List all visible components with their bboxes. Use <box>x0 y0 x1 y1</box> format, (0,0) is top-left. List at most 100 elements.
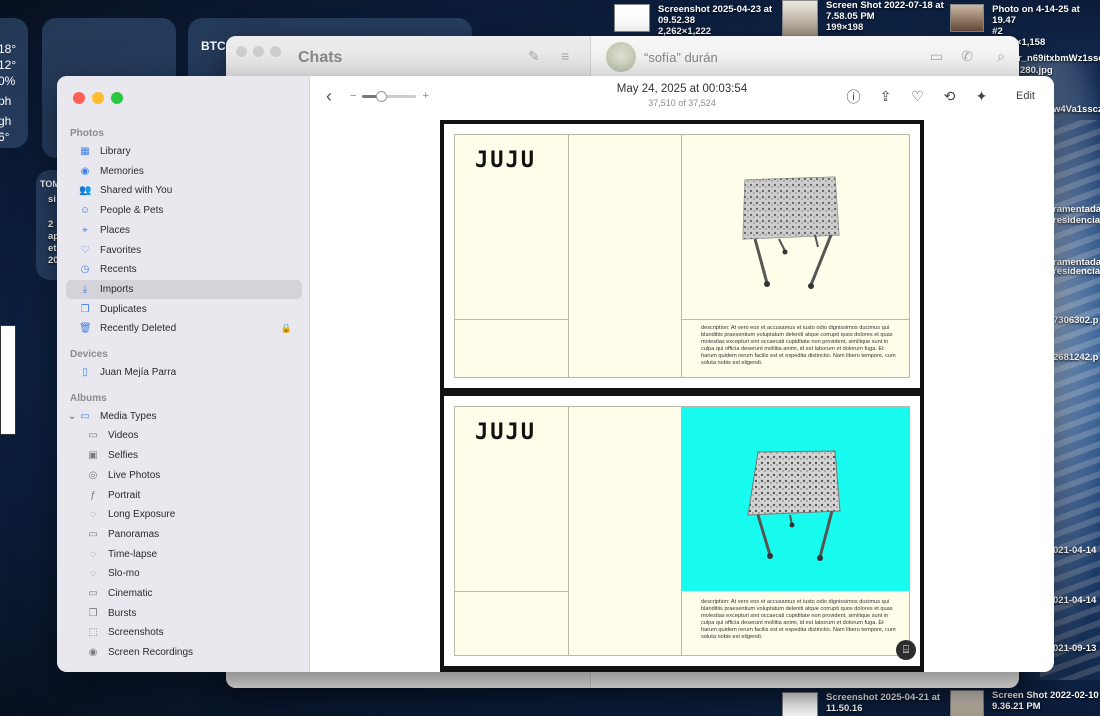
sidebar-item-live-photos[interactable]: ◎ Live Photos <box>66 466 302 485</box>
desktop-file[interactable]: Screen Shot 2022-02-10 9.36.21 PM <box>950 690 1099 716</box>
enhance-icon[interactable]: ✦ <box>973 88 990 105</box>
lock-icon: 🔒 <box>280 323 292 334</box>
weather-line: 0% <box>0 74 16 88</box>
slomo-icon: ◌ <box>90 568 96 580</box>
widget-line: et <box>48 243 57 254</box>
desktop-file-label[interactable]: 021-09-13 <box>1053 643 1096 654</box>
file-name: 9.36.21 PM <box>992 701 1041 712</box>
sidebar-item-portrait[interactable]: ƒ Portrait <box>66 486 302 505</box>
desktop-file[interactable]: Screenshot 2025-04-21 at 11.50.16 <box>782 692 940 716</box>
grid-column <box>569 407 682 655</box>
chat-header: “sofía” durán ▭ ✆ ⌕ <box>591 36 1019 78</box>
desktop-file-label[interactable]: 2681242.p <box>1053 352 1098 363</box>
sidebar-item-label: Duplicates <box>100 303 147 315</box>
sidebar-item-slo-mo[interactable]: ◌ Slo-mo <box>66 564 302 583</box>
sidebar-item-label: Library <box>100 146 131 157</box>
close-button[interactable] <box>73 92 85 104</box>
sidebar-item-selfies[interactable]: ▣ Selfies <box>66 446 302 465</box>
share-icon[interactable]: ⇪ <box>877 88 894 105</box>
weather-line: 12° <box>0 58 17 72</box>
sidebar-section-header: Photos <box>70 128 104 139</box>
file-name: Screen Shot 2022-07-18 at <box>826 0 944 11</box>
grid-line <box>682 319 909 320</box>
sidebar-item-media-types[interactable]: ⌄ ▭ Media Types <box>66 407 302 426</box>
sidebar-item-videos[interactable]: ▭ Videos <box>66 426 302 445</box>
desktop-file-label[interactable]: residencia <box>1053 215 1100 226</box>
sidebar-item-memories[interactable]: ◉ Memories <box>66 162 302 181</box>
sidebar-item-recents[interactable]: ◷ Recents <box>66 260 302 279</box>
people-icon: ☺ <box>79 205 91 217</box>
sidebar-item-screen-recordings[interactable]: ◉ Screen Recordings <box>66 643 302 662</box>
layout-grid: JUJU description: At vero eos et accusam… <box>454 134 910 378</box>
grid-column <box>569 135 682 377</box>
photo-toolbar: ‹ − + May 24, 2025 at 00:03:54 37,510 of… <box>310 76 1054 120</box>
photos-window[interactable]: Photos ▦ Library ◉ Memories 👥 Shared with You ☺… <box>57 76 1054 672</box>
photo-viewer-image[interactable]: JUJU description: At vero eos et accusam… <box>440 120 924 672</box>
heart-icon[interactable]: ♡ <box>909 88 926 105</box>
file-name: Screenshot 2025-04-23 at <box>658 4 773 15</box>
sidebar-item-cinematic[interactable]: ▭ Cinematic <box>66 584 302 603</box>
file-name: Screenshot 2025-04-21 at <box>826 692 941 703</box>
chevron-down-icon[interactable]: ⌄ <box>68 411 76 422</box>
window-controls[interactable] <box>236 46 281 57</box>
sidebar-item-places[interactable]: ⌖ Places <box>66 221 302 240</box>
sidebar-item-screenshots[interactable]: ⬚ Screenshots <box>66 623 302 642</box>
trash-icon: 🗑 <box>79 323 92 335</box>
desktop-file[interactable]: Screenshot 2025-04-23 at 09.52.38 2,262×1,… <box>614 4 772 37</box>
sidebar-item-recently-deleted[interactable]: 🗑 Recently Deleted 🔒 <box>66 319 302 338</box>
desktop-file-label[interactable]: 021-04-14 <box>1053 545 1096 556</box>
desktop-file[interactable]: Screen Shot 2022-07-18 at 7.58.05 PM 199×1… <box>782 0 944 36</box>
search-icon[interactable]: ⌕ <box>997 48 1005 65</box>
sidebar-item-juan-mej-a-parra[interactable]: ▯ Juan Mejía Parra <box>66 363 302 382</box>
sidebar-item-imports[interactable]: ⤓ Imports <box>66 279 302 299</box>
sidebar-item-label: Screenshots <box>108 627 164 639</box>
sidebar-item-library[interactable]: ▦ Library <box>66 142 302 161</box>
grid-line <box>455 591 569 592</box>
sidebar-item-shared-with-you[interactable]: 👥 Shared with You <box>66 181 302 200</box>
desktop-file-label[interactable]: ramentada <box>1053 204 1100 215</box>
file-name: 11.50.16 <box>826 703 863 714</box>
panorama-icon: ▭ <box>88 528 98 540</box>
phone-call-icon[interactable]: ✆ <box>961 48 973 65</box>
avatar[interactable] <box>606 42 636 72</box>
live-text-icon[interactable]: ⌸ <box>896 640 916 660</box>
sidebar-item-label: People & Pets <box>100 205 164 217</box>
selfie-icon: ▣ <box>88 450 98 462</box>
folder-icon: ▭ <box>80 410 90 422</box>
sidebar-item-people-pets[interactable]: ☺ People & Pets <box>66 201 302 220</box>
sidebar-item-long-exposure[interactable]: ◌ Long Exposure <box>66 505 302 524</box>
file-name: 09.52.38 <box>658 15 695 26</box>
heart-icon: ♡ <box>80 244 90 256</box>
sidebar-item-label: Panoramas <box>108 528 160 540</box>
desktop-file-label[interactable]: 7306302.p <box>1053 315 1098 326</box>
file-thumbnail <box>950 4 985 32</box>
clock-icon: ◷ <box>80 264 90 276</box>
video-call-icon[interactable]: ▭ <box>930 48 943 65</box>
sidebar-item-label: Recents <box>100 264 137 276</box>
sidebar-item-label: Screen Recordings <box>108 647 194 659</box>
edit-button[interactable]: Edit <box>1016 90 1035 102</box>
timelapse-icon: ◌ <box>90 548 96 560</box>
weather-line: 18° <box>0 42 17 56</box>
sidebar-item-label: Shared with You <box>100 185 173 197</box>
info-icon[interactable]: ⓘ <box>845 88 862 105</box>
sidebar-section-header: Albums <box>70 392 107 404</box>
minimize-button[interactable] <box>92 92 104 104</box>
sidebar-item-panoramas[interactable]: ▭ Panoramas <box>66 525 302 544</box>
desktop-file-label[interactable]: residencia <box>1053 266 1100 277</box>
rotate-icon[interactable]: ⟲ <box>941 88 958 105</box>
sidebar-item-favorites[interactable]: ♡ Favorites <box>66 241 302 260</box>
chat-contact-name[interactable]: “sofía” durán <box>644 50 718 65</box>
layout-grid: JUJU description: At vero eos et accusam… <box>454 406 910 656</box>
sidebar-item-time-lapse[interactable]: ◌ Time-lapse <box>66 545 302 564</box>
sidebar-item-duplicates[interactable]: ❐ Duplicates <box>66 300 302 319</box>
filter-icon[interactable]: ≡ <box>561 48 569 64</box>
desktop-file-label[interactable]: r_n69itxbmWz1sscz <box>1018 53 1100 64</box>
image-description: description: At vero eos et accusamus et… <box>701 599 896 640</box>
desktop-file-label[interactable]: 280.jpg <box>1020 65 1053 76</box>
compose-icon[interactable]: ✎ <box>528 48 540 65</box>
zoom-button[interactable] <box>111 92 123 104</box>
desktop-file-label[interactable]: w4Va1sscz <box>1053 104 1100 115</box>
sidebar-item-bursts[interactable]: ❐ Bursts <box>66 604 302 623</box>
desktop-file-label[interactable]: 021-04-14 <box>1053 595 1096 606</box>
